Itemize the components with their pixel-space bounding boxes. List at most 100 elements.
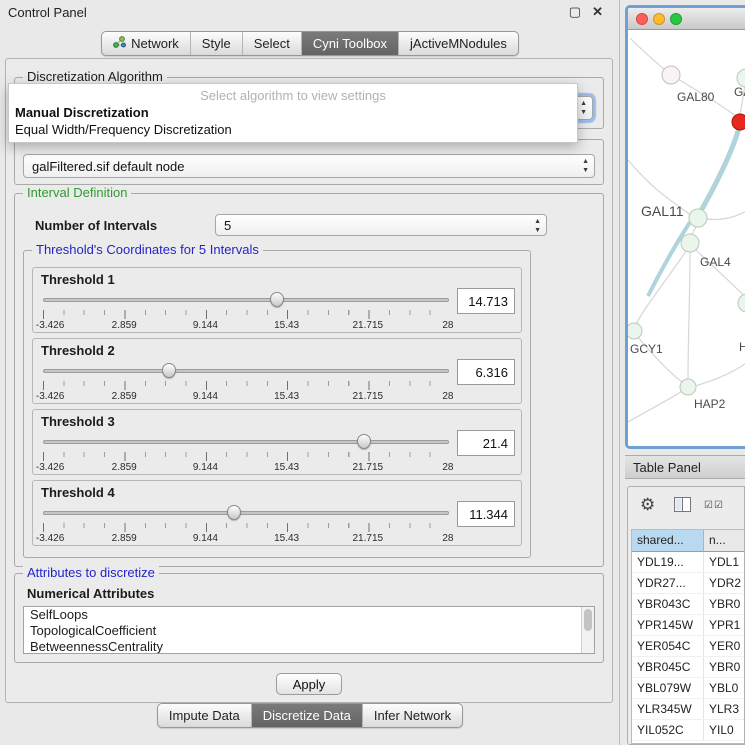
checkbox-icon[interactable]: ☑ bbox=[704, 500, 714, 511]
slider-track[interactable] bbox=[43, 511, 449, 515]
slider-track[interactable] bbox=[43, 369, 449, 373]
threshold-4-value-field[interactable]: 11.344 bbox=[457, 501, 515, 527]
cell[interactable]: YDR2 bbox=[704, 573, 744, 593]
cell[interactable]: YER054C bbox=[632, 636, 704, 656]
cyni-toolbox-panel: Discretization Algorithm ▲ ▼ Table Data … bbox=[5, 58, 613, 703]
slider-thumb[interactable] bbox=[270, 292, 284, 307]
float-window-icon[interactable]: ▢ bbox=[569, 4, 581, 20]
number-of-intervals-combobox[interactable]: 5 ▲ ▼ bbox=[215, 214, 547, 236]
apply-button[interactable]: Apply bbox=[276, 673, 342, 695]
cell[interactable]: YDR27... bbox=[632, 573, 704, 593]
cell[interactable]: YLR345W bbox=[632, 699, 704, 719]
network-view-window[interactable]: GAL80 GA GAL11 GAL4 GCY1 H HAP2 bbox=[625, 5, 745, 449]
table-row[interactable]: YBL079W YBL0 bbox=[632, 678, 744, 699]
node-gal11[interactable] bbox=[689, 209, 707, 227]
cell[interactable]: YDL19... bbox=[632, 552, 704, 572]
scale-label: 15.43 bbox=[274, 320, 299, 331]
scale-label: 28 bbox=[442, 533, 453, 544]
table-row[interactable]: YDL19... YDL1 bbox=[632, 552, 744, 573]
cell[interactable]: YIL052C bbox=[632, 720, 704, 740]
interval-definition-group: Interval Definition Number of Intervals … bbox=[14, 193, 604, 567]
tab-impute-data[interactable]: Impute Data bbox=[158, 704, 251, 727]
table-row[interactable]: YER054C YER0 bbox=[632, 636, 744, 657]
node-hap2[interactable] bbox=[680, 379, 696, 395]
table-data-group: Table Data galFiltered.sif default node … bbox=[14, 139, 604, 185]
minimize-traffic-light-icon[interactable] bbox=[653, 13, 665, 25]
node-selected-red[interactable] bbox=[732, 114, 745, 130]
close-traffic-light-icon[interactable] bbox=[636, 13, 648, 25]
threshold-1-value-field[interactable]: 14.713 bbox=[457, 288, 515, 314]
select-columns-checkboxes[interactable]: ☑☑ bbox=[704, 500, 724, 511]
threshold-2-slider[interactable] bbox=[43, 363, 449, 379]
attributes-list[interactable]: SelfLoops TopologicalCoefficient Between… bbox=[23, 606, 595, 654]
tab-jactivemnodules[interactable]: jActiveMNodules bbox=[398, 32, 518, 55]
threshold-4-slider[interactable] bbox=[43, 505, 449, 521]
cell[interactable]: YBR0 bbox=[704, 594, 744, 614]
cell[interactable]: YBL0 bbox=[704, 678, 744, 698]
column-header-shared-name[interactable]: shared... bbox=[632, 530, 704, 552]
table-row[interactable]: YDR27... YDR2 bbox=[632, 573, 744, 594]
cell[interactable]: YPR1 bbox=[704, 615, 744, 635]
slider-major-ticks bbox=[43, 523, 450, 532]
tab-select-label: Select bbox=[254, 36, 290, 51]
list-item[interactable]: TopologicalCoefficient bbox=[24, 623, 594, 639]
dropdown-placeholder-option[interactable]: Select algorithm to view settings bbox=[9, 86, 577, 104]
slider-thumb[interactable] bbox=[162, 363, 176, 378]
threshold-3-value-field[interactable]: 21.4 bbox=[457, 430, 515, 456]
cell[interactable]: YBL079W bbox=[632, 678, 704, 698]
slider-thumb[interactable] bbox=[227, 505, 241, 520]
zoom-traffic-light-icon[interactable] bbox=[670, 13, 682, 25]
cell[interactable]: YER0 bbox=[704, 636, 744, 656]
attributes-group-label: Attributes to discretize bbox=[23, 565, 159, 580]
columns-icon[interactable] bbox=[674, 497, 691, 515]
network-canvas[interactable]: GAL80 GA GAL11 GAL4 GCY1 H HAP2 bbox=[628, 30, 745, 449]
table-row[interactable]: YLR345W YLR3 bbox=[632, 699, 744, 720]
attributes-list-scrollbar[interactable] bbox=[581, 607, 594, 653]
tab-impute-data-label: Impute Data bbox=[169, 708, 240, 723]
node-gal80[interactable] bbox=[662, 66, 680, 84]
dropdown-option-equal-width-frequency[interactable]: Equal Width/Frequency Discretization bbox=[9, 121, 577, 138]
control-panel-title: Control Panel bbox=[8, 5, 87, 20]
tab-select[interactable]: Select bbox=[242, 32, 301, 55]
node-gal4[interactable] bbox=[681, 234, 699, 252]
tab-style[interactable]: Style bbox=[190, 32, 242, 55]
close-window-icon[interactable]: ✕ bbox=[592, 4, 603, 20]
slider-thumb[interactable] bbox=[357, 434, 371, 449]
cell[interactable]: YLR3 bbox=[704, 699, 744, 719]
tab-discretize-data[interactable]: Discretize Data bbox=[251, 704, 362, 727]
node-table[interactable]: shared... n... YDL19... YDL1 YDR27... YD… bbox=[631, 529, 744, 744]
cell[interactable]: YBR045C bbox=[632, 657, 704, 677]
top-tab-group: Network Style Select Cyni Toolbox jActiv… bbox=[101, 31, 519, 56]
node-gcy1[interactable] bbox=[628, 323, 642, 339]
node-right[interactable] bbox=[738, 294, 745, 312]
slider-track[interactable] bbox=[43, 440, 449, 444]
threshold-1-block: Threshold 1 -3.426 2.859 9.144 15.43 21.… bbox=[32, 267, 522, 333]
attributes-group: Attributes to discretize Numerical Attri… bbox=[14, 573, 604, 663]
threshold-2-value-field[interactable]: 6.316 bbox=[457, 359, 515, 385]
tab-network[interactable]: Network bbox=[102, 32, 190, 55]
tab-infer-network[interactable]: Infer Network bbox=[362, 704, 462, 727]
threshold-1-slider[interactable] bbox=[43, 292, 449, 308]
table-row[interactable]: YIL052C YIL0 bbox=[632, 720, 744, 741]
tab-cyni-toolbox[interactable]: Cyni Toolbox bbox=[301, 32, 398, 55]
slider-track[interactable] bbox=[43, 298, 449, 302]
threshold-3-slider[interactable] bbox=[43, 434, 449, 450]
table-row[interactable]: YBR045C YBR0 bbox=[632, 657, 744, 678]
gear-icon[interactable]: ⚙ bbox=[640, 495, 655, 515]
cell[interactable]: YPR145W bbox=[632, 615, 704, 635]
table-row[interactable]: YPR145W YPR1 bbox=[632, 615, 744, 636]
cell[interactable]: YBR043C bbox=[632, 594, 704, 614]
slider-major-ticks bbox=[43, 452, 450, 461]
list-item[interactable]: SelfLoops bbox=[24, 607, 594, 623]
cell[interactable]: YDL1 bbox=[704, 552, 744, 572]
table-row[interactable]: YBR043C YBR0 bbox=[632, 594, 744, 615]
scrollbar-thumb[interactable] bbox=[584, 609, 592, 631]
table-data-combobox[interactable]: galFiltered.sif default node ▲ ▼ bbox=[23, 154, 595, 178]
checkbox-icon[interactable]: ☑ bbox=[714, 500, 724, 511]
dropdown-option-manual-discretization[interactable]: Manual Discretization bbox=[9, 104, 577, 121]
column-header-name[interactable]: n... bbox=[704, 530, 744, 552]
cell[interactable]: YIL0 bbox=[704, 720, 744, 740]
list-item[interactable]: BetweennessCentrality bbox=[24, 639, 594, 654]
threshold-2-block: Threshold 2 -3.426 2.859 9.144 15.43 21.… bbox=[32, 338, 522, 404]
cell[interactable]: YBR0 bbox=[704, 657, 744, 677]
